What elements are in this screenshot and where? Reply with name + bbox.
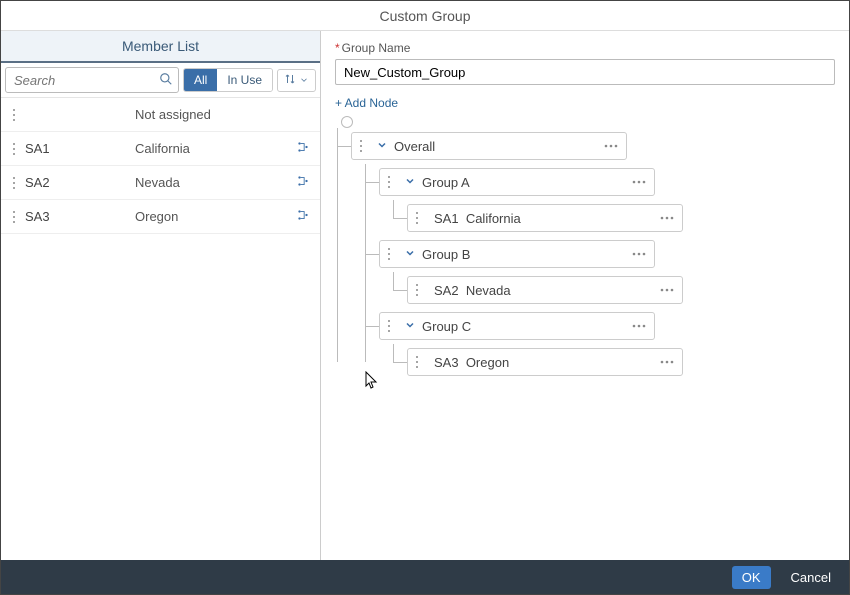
node-actions-icon[interactable] bbox=[630, 252, 648, 256]
member-row[interactable]: SA2 Nevada bbox=[1, 166, 320, 200]
chevron-down-icon bbox=[299, 73, 309, 88]
dialog-footer: OK Cancel bbox=[1, 560, 849, 594]
search-icon[interactable] bbox=[159, 72, 173, 89]
drag-handle-icon[interactable] bbox=[414, 283, 428, 297]
hierarchy-icon[interactable] bbox=[296, 174, 310, 191]
required-indicator: * bbox=[335, 41, 340, 55]
drag-handle-icon[interactable] bbox=[11, 142, 25, 156]
add-node-link[interactable]: + Add Node bbox=[335, 96, 398, 110]
node-label: Group B bbox=[422, 247, 630, 262]
drag-handle-icon[interactable] bbox=[414, 211, 428, 225]
hierarchy-icon[interactable] bbox=[296, 140, 310, 157]
group-editor-panel: *Group Name + Add Node Overall bbox=[321, 31, 849, 560]
header-desc: Not assigned bbox=[135, 107, 310, 122]
chevron-down-icon[interactable] bbox=[376, 139, 388, 154]
tree-leaf[interactable]: SA3 Oregon bbox=[407, 348, 683, 376]
node-label: Group A bbox=[422, 175, 630, 190]
drag-handle-icon[interactable] bbox=[11, 210, 25, 224]
hierarchy-icon[interactable] bbox=[296, 208, 310, 225]
drag-handle-icon[interactable] bbox=[11, 176, 25, 190]
sort-button[interactable] bbox=[277, 69, 316, 92]
filter-all-button[interactable]: All bbox=[184, 69, 217, 91]
group-name-input[interactable] bbox=[335, 59, 835, 85]
tree-leaf[interactable]: SA2 Nevada bbox=[407, 276, 683, 304]
filter-inuse-button[interactable]: In Use bbox=[217, 69, 272, 91]
dialog-body: Member List All In Use bbox=[1, 31, 849, 560]
member-desc: California bbox=[135, 141, 296, 156]
chevron-down-icon[interactable] bbox=[404, 175, 416, 190]
member-desc: Nevada bbox=[135, 175, 296, 190]
search-input[interactable] bbox=[5, 67, 179, 93]
node-label: Group C bbox=[422, 319, 630, 334]
node-actions-icon[interactable] bbox=[658, 288, 676, 292]
member-list-panel: Member List All In Use bbox=[1, 31, 321, 560]
drag-handle-icon[interactable] bbox=[386, 247, 400, 261]
leaf-label: SA3 Oregon bbox=[434, 355, 658, 370]
member-code: SA3 bbox=[25, 209, 135, 224]
search-wrap bbox=[5, 67, 179, 93]
member-toolbar: All In Use bbox=[1, 63, 320, 98]
tree-node-overall[interactable]: Overall bbox=[351, 132, 627, 160]
member-row[interactable]: SA3 Oregon bbox=[1, 200, 320, 234]
node-label: Overall bbox=[394, 139, 602, 154]
node-actions-icon[interactable] bbox=[658, 216, 676, 220]
node-actions-icon[interactable] bbox=[630, 324, 648, 328]
member-row[interactable]: SA1 California bbox=[1, 132, 320, 166]
tree-node-group[interactable]: Group B bbox=[379, 240, 655, 268]
tree-leaf[interactable]: SA1 California bbox=[407, 204, 683, 232]
root-marker[interactable] bbox=[341, 116, 353, 128]
tree-node-group[interactable]: Group A bbox=[379, 168, 655, 196]
leaf-label: SA1 California bbox=[434, 211, 658, 226]
member-list: Not assigned SA1 California SA2 Nevada S bbox=[1, 98, 320, 560]
drag-handle-icon[interactable] bbox=[358, 139, 372, 153]
chevron-down-icon[interactable] bbox=[404, 319, 416, 334]
sort-icon bbox=[284, 73, 296, 88]
cancel-button[interactable]: Cancel bbox=[785, 569, 837, 586]
drag-handle-icon[interactable] bbox=[386, 319, 400, 333]
member-code: SA1 bbox=[25, 141, 135, 156]
node-actions-icon[interactable] bbox=[658, 360, 676, 364]
leaf-label: SA2 Nevada bbox=[434, 283, 658, 298]
chevron-down-icon[interactable] bbox=[404, 247, 416, 262]
member-list-title: Member List bbox=[1, 31, 320, 63]
drag-handle-icon[interactable] bbox=[414, 355, 428, 369]
ok-button[interactable]: OK bbox=[732, 566, 771, 589]
member-desc: Oregon bbox=[135, 209, 296, 224]
member-list-header: Not assigned bbox=[1, 98, 320, 132]
filter-segment: All In Use bbox=[183, 68, 273, 92]
member-code: SA2 bbox=[25, 175, 135, 190]
hierarchy-tree: Overall Group A bbox=[335, 116, 835, 376]
tree-node-group[interactable]: Group C bbox=[379, 312, 655, 340]
custom-group-dialog: Custom Group Member List All In Use bbox=[0, 0, 850, 595]
group-name-label: *Group Name bbox=[335, 41, 835, 55]
drag-handle-icon[interactable] bbox=[386, 175, 400, 189]
node-actions-icon[interactable] bbox=[630, 180, 648, 184]
dialog-title: Custom Group bbox=[1, 1, 849, 31]
node-actions-icon[interactable] bbox=[602, 144, 620, 148]
drag-handle-icon[interactable] bbox=[11, 108, 25, 122]
